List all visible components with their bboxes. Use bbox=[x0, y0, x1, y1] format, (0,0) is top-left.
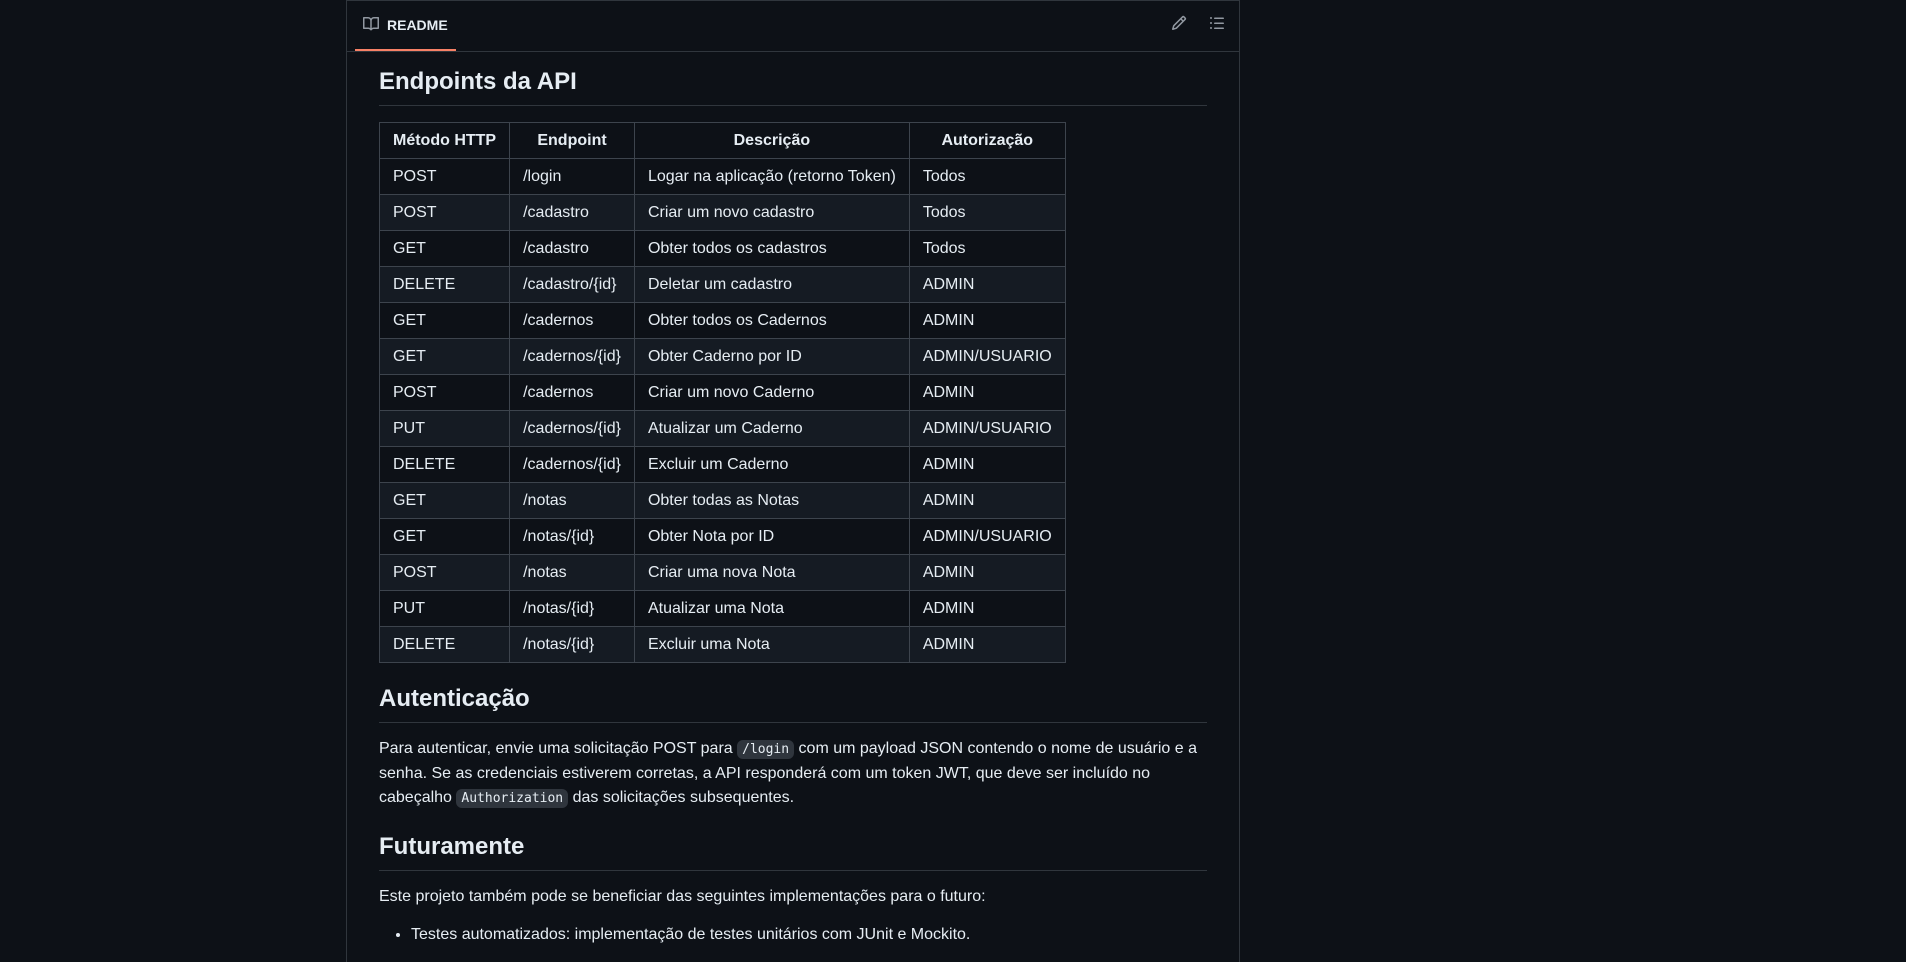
table-cell: ADMIN bbox=[908, 374, 1066, 411]
pencil-icon bbox=[1171, 15, 1187, 36]
table-cell: Criar um novo Caderno bbox=[633, 374, 910, 411]
table-cell: DELETE bbox=[378, 446, 511, 483]
table-cell: Excluir um Caderno bbox=[633, 446, 910, 483]
table-cell: POST bbox=[378, 194, 511, 231]
endpoints-table: Método HTTP Endpoint Descrição Autorizaç… bbox=[378, 122, 1066, 663]
table-cell: /cadastro/{id} bbox=[509, 266, 635, 303]
table-cell: GET bbox=[378, 518, 511, 555]
table-cell: ADMIN bbox=[908, 554, 1066, 591]
heading-endpoints: Endpoints da API bbox=[379, 68, 1207, 106]
table-cell: ADMIN/USUARIO bbox=[908, 338, 1066, 375]
table-cell: Obter Caderno por ID bbox=[633, 338, 910, 375]
table-cell: /cadernos/{id} bbox=[509, 410, 635, 447]
table-row: DELETE/cadastro/{id} Deletar um cadastro A… bbox=[378, 266, 1066, 303]
book-icon bbox=[363, 16, 387, 35]
table-row: GET/notas/{id} Obter Nota por ID ADMIN/USU… bbox=[378, 518, 1066, 555]
table-cell: /cadernos bbox=[509, 302, 635, 339]
table-cell: Obter Nota por ID bbox=[633, 518, 910, 555]
table-cell: /notas/{id} bbox=[509, 590, 635, 627]
auth-text-1: Para autenticar, envie uma solicitação P… bbox=[379, 740, 738, 757]
table-cell: /cadernos bbox=[509, 374, 635, 411]
table-cell: GET bbox=[378, 230, 511, 267]
table-cell: Logar na aplicação (retorno Token) bbox=[633, 158, 910, 195]
tab-actions bbox=[1169, 15, 1227, 35]
auth-text-3: das solicitações subsequentes. bbox=[568, 789, 795, 806]
table-row: GET/notas Obter todas as Notas ADMIN bbox=[378, 482, 1066, 519]
future-list: Testes automatizados: implementação de t… bbox=[379, 923, 1207, 947]
table-cell: Todos bbox=[908, 194, 1066, 231]
table-cell: /cadastro bbox=[509, 230, 635, 267]
code-authorization: Authorization bbox=[456, 789, 569, 808]
table-cell: Obter todas as Notas bbox=[633, 482, 910, 519]
table-header: Endpoint bbox=[509, 122, 635, 159]
table-cell: ADMIN bbox=[908, 446, 1066, 483]
table-cell: ADMIN/USUARIO bbox=[908, 518, 1066, 555]
table-header-row: Método HTTP Endpoint Descrição Autorizaç… bbox=[378, 122, 1066, 159]
table-cell: Criar uma nova Nota bbox=[633, 554, 910, 591]
table-cell: Criar um novo cadastro bbox=[633, 194, 910, 231]
outline-button[interactable] bbox=[1207, 15, 1227, 35]
edit-button[interactable] bbox=[1169, 15, 1189, 35]
readme-content: Endpoints da API Método HTTP Endpoint De… bbox=[347, 68, 1239, 947]
table-cell: Excluir uma Nota bbox=[633, 626, 910, 663]
table-cell: Obter todos os cadastros bbox=[633, 230, 910, 267]
tab-readme-label: README bbox=[387, 17, 448, 33]
table-row: GET/cadernos Obter todos os Cadernos ADMIN bbox=[378, 302, 1066, 339]
list-unordered-icon bbox=[1209, 15, 1225, 36]
table-row: GET/cadastro Obter todos os cadastros Todo… bbox=[378, 230, 1066, 267]
table-row: DELETE/notas/{id} Excluir uma Nota ADMIN bbox=[378, 626, 1066, 663]
tab-readme[interactable]: README bbox=[355, 1, 456, 51]
table-cell: DELETE bbox=[378, 266, 511, 303]
auth-paragraph: Para autenticar, envie uma solicitação P… bbox=[379, 737, 1207, 811]
table-cell: Atualizar um Caderno bbox=[633, 410, 910, 447]
table-header: Descrição bbox=[633, 122, 910, 159]
list-item: Testes automatizados: implementação de t… bbox=[411, 923, 1207, 947]
table-cell: Obter todos os Cadernos bbox=[633, 302, 910, 339]
table-cell: /login bbox=[509, 158, 635, 195]
table-row: PUT/cadernos/{id} Atualizar um Caderno ADM… bbox=[378, 410, 1066, 447]
table-cell: /cadernos/{id} bbox=[509, 338, 635, 375]
table-cell: /cadastro bbox=[509, 194, 635, 231]
table-cell: Deletar um cadastro bbox=[633, 266, 910, 303]
table-cell: /notas/{id} bbox=[509, 626, 635, 663]
table-cell: ADMIN bbox=[908, 590, 1066, 627]
heading-auth: Autenticação bbox=[379, 685, 1207, 723]
table-cell: GET bbox=[378, 482, 511, 519]
readme-tabbar: README bbox=[347, 1, 1239, 52]
table-header: Autorização bbox=[908, 122, 1066, 159]
table-cell: GET bbox=[378, 338, 511, 375]
table-cell: ADMIN/USUARIO bbox=[908, 410, 1066, 447]
code-login: /login bbox=[737, 740, 795, 759]
table-cell: ADMIN bbox=[908, 482, 1066, 519]
table-row: POST/login Logar na aplicação (retorno To… bbox=[378, 158, 1066, 195]
table-row: PUT/notas/{id} Atualizar uma Nota ADMIN bbox=[378, 590, 1066, 627]
table-cell: /notas bbox=[509, 554, 635, 591]
table-row: POST/cadastro Criar um novo cadastro Todos bbox=[378, 194, 1066, 231]
table-cell: Todos bbox=[908, 230, 1066, 267]
table-cell: /cadernos/{id} bbox=[509, 446, 635, 483]
table-cell: /notas/{id} bbox=[509, 518, 635, 555]
table-cell: ADMIN bbox=[908, 266, 1066, 303]
table-cell: POST bbox=[378, 158, 511, 195]
table-header: Método HTTP bbox=[378, 122, 511, 159]
table-cell: POST bbox=[378, 554, 511, 591]
table-row: POST/notas Criar uma nova Nota ADMIN bbox=[378, 554, 1066, 591]
readme-panel: README Endpoints da API Método HTTP Endp… bbox=[346, 0, 1240, 962]
table-cell: ADMIN bbox=[908, 626, 1066, 663]
table-cell: Atualizar uma Nota bbox=[633, 590, 910, 627]
table-cell: GET bbox=[378, 302, 511, 339]
table-row: DELETE/cadernos/{id} Excluir um Caderno AD… bbox=[378, 446, 1066, 483]
table-cell: ADMIN bbox=[908, 302, 1066, 339]
table-cell: PUT bbox=[378, 410, 511, 447]
table-cell: Todos bbox=[908, 158, 1066, 195]
table-row: GET/cadernos/{id} Obter Caderno por ID ADM… bbox=[378, 338, 1066, 375]
heading-future: Futuramente bbox=[379, 833, 1207, 871]
table-cell: /notas bbox=[509, 482, 635, 519]
table-cell: PUT bbox=[378, 590, 511, 627]
table-cell: POST bbox=[378, 374, 511, 411]
future-paragraph: Este projeto também pode se beneficiar d… bbox=[379, 888, 986, 905]
table-cell: DELETE bbox=[378, 626, 511, 663]
table-row: POST/cadernos Criar um novo Caderno ADMIN bbox=[378, 374, 1066, 411]
